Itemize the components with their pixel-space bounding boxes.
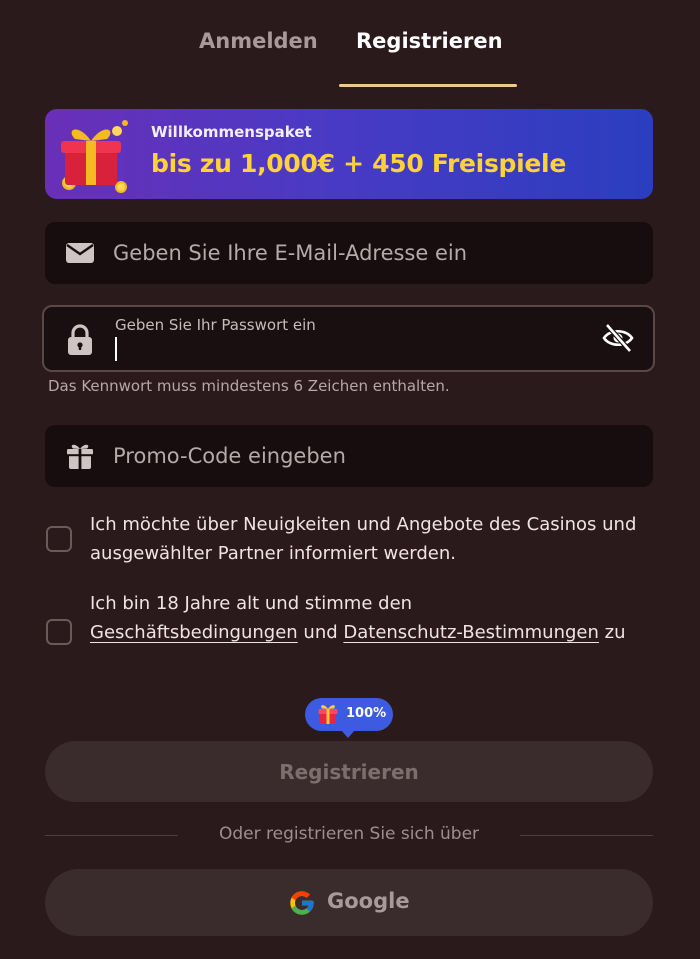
age-consent-text-middle: und <box>297 622 344 643</box>
password-field[interactable]: Geben Sie Ihr Passwort ein <box>42 305 655 372</box>
gift-icon <box>61 120 128 193</box>
banner-title: Willkommenspaket <box>151 123 312 141</box>
google-icon <box>290 891 314 915</box>
tab-register[interactable]: Registrieren <box>356 26 503 56</box>
register-button[interactable]: Registrieren <box>45 741 653 802</box>
progress-badge-text: 100% <box>346 706 387 721</box>
divider-line-right <box>520 835 653 836</box>
terms-link[interactable]: Geschäftsbedingungen <box>90 622 298 643</box>
google-label: Google <box>327 889 410 913</box>
divider-text: Oder registrieren Sie sich über <box>218 824 480 844</box>
promo-code-input[interactable] <box>113 425 633 487</box>
email-input[interactable] <box>113 222 633 284</box>
welcome-banner: Willkommenspaket bis zu 1,000€ + 450 Fre… <box>45 109 653 199</box>
email-field[interactable] <box>45 222 653 284</box>
envelope-icon <box>66 243 94 263</box>
active-tab-indicator <box>339 84 517 87</box>
tab-login[interactable]: Anmelden <box>199 26 318 56</box>
news-consent-checkbox[interactable] <box>46 526 72 552</box>
news-consent-text: Ich möchte über Neuigkeiten und Angebote… <box>90 514 637 564</box>
privacy-link[interactable]: Datenschutz-Bestimmungen <box>343 622 599 643</box>
age-consent-checkbox[interactable] <box>46 619 72 645</box>
age-consent-text-before: Ich bin 18 Jahre alt und stimme den <box>90 593 413 614</box>
gift-icon <box>318 705 338 724</box>
password-input[interactable] <box>112 307 632 369</box>
gift-icon <box>67 444 93 469</box>
registration-page: Anmelden Registrieren Willkommenspaket b… <box>0 0 700 959</box>
lock-icon <box>68 324 92 355</box>
google-signup-button[interactable]: Google <box>45 869 653 936</box>
eye-off-icon[interactable] <box>601 321 635 355</box>
password-hint: Das Kennwort muss mindestens 6 Zeichen e… <box>48 377 450 395</box>
age-consent-text-after: zu <box>598 622 626 643</box>
age-consent-text: Ich bin 18 Jahre alt und stimme den Gesc… <box>90 589 655 647</box>
auth-tabs: Anmelden Registrieren <box>0 0 700 88</box>
promo-code-field[interactable] <box>45 425 653 487</box>
banner-offer: bis zu 1,000€ + 450 Freispiele <box>151 149 566 178</box>
divider-line-left <box>45 835 178 836</box>
progress-badge: 100% <box>305 698 393 738</box>
